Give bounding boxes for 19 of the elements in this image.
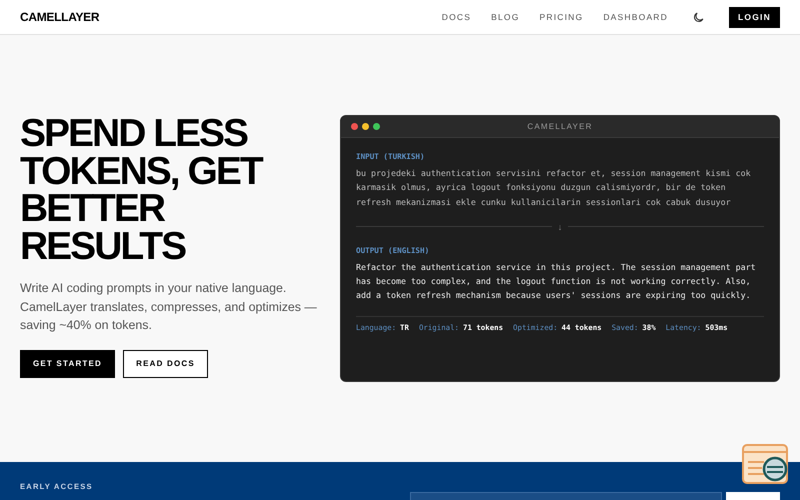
chat-widget-icon[interactable] (742, 444, 790, 486)
maximize-dot-icon (373, 123, 380, 130)
read-docs-button[interactable]: READ DOCS (123, 350, 208, 378)
minimize-dot-icon (362, 123, 369, 130)
hero-description: Write AI coding prompts in your native language. CamelLayer translates, compresses, and optimizes — saving ~40% on tokens. (20, 280, 318, 334)
get-started-button[interactable]: GET STARTED (20, 350, 115, 378)
down-arrow: ↓ (558, 222, 562, 232)
nav-link[interactable]: DOCS (442, 12, 472, 22)
hero-headline: SPEND LESS TOKENS, GET BETTER RESULTS (20, 115, 264, 265)
moon-icon[interactable] (692, 10, 705, 24)
logo[interactable]: CAMELLAYER (20, 10, 100, 24)
nav-link[interactable]: BLOG (491, 12, 520, 22)
login-button[interactable]: LOGIN (729, 6, 780, 28)
terminal-title: CAMELLAYER (527, 122, 593, 131)
nav-link[interactable]: PRICING (540, 12, 584, 22)
nav-link[interactable]: DASHBOARD (603, 12, 668, 22)
input-text: bu projedeki authentication servisini refactor et, session management kismi cok karmasik olmus, ayrica logout fonksiyonu duzgun calismiyordr, bir de token refresh mekanizmasi ekle cunku kullanicilarin sessionlari cok cabuk dusuyor (356, 167, 752, 209)
close-dot-icon (351, 123, 358, 130)
output-text: Refactor the authentication service in this project. The session management part has become too complex, and the logout function is not working correctly. Also, add a token refresh mechanism because users' sessions are expiring too quickly. (356, 260, 757, 302)
